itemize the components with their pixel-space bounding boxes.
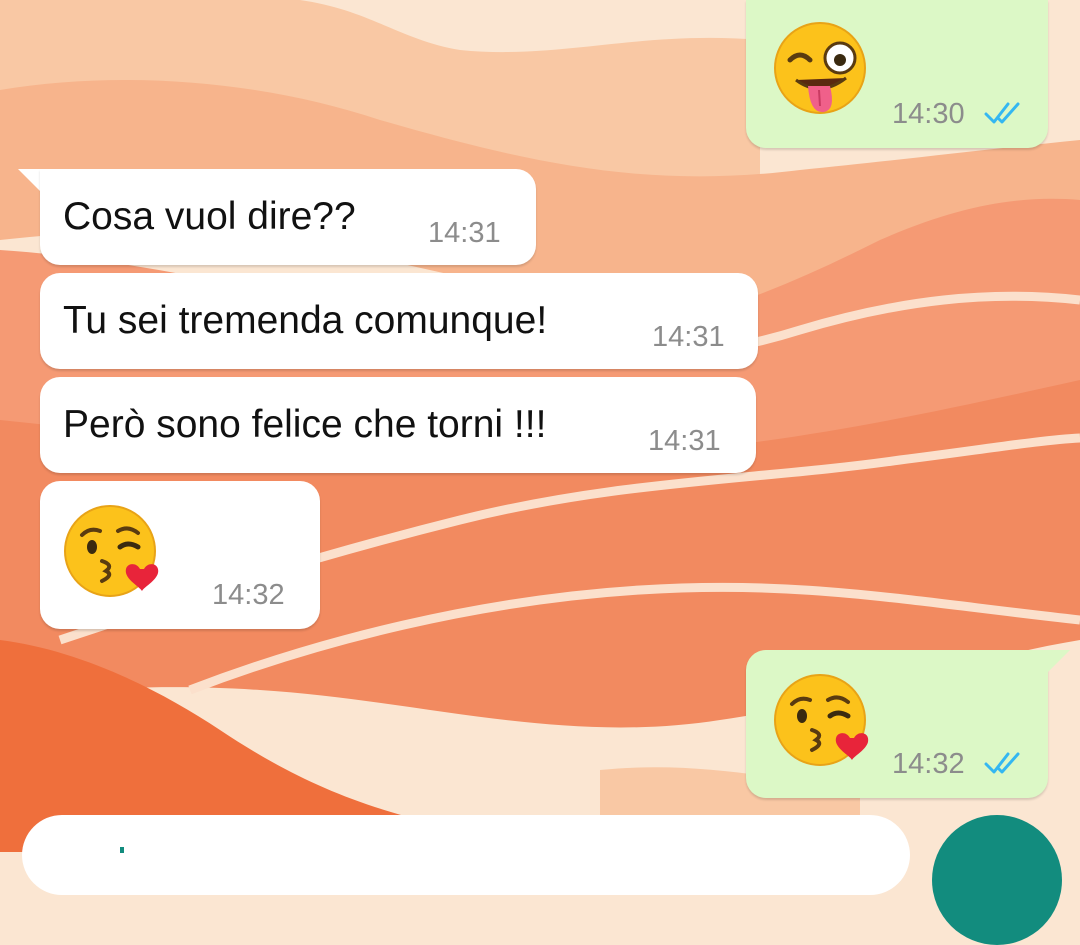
face-blowing-a-kiss-icon [64,505,159,597]
message-time: 14:32 [892,748,965,780]
bubble-tail-outgoing [1040,650,1070,680]
double-check-read-icon [984,102,1020,124]
message-input[interactable] [22,815,910,895]
message-time: 14:32 [212,579,285,611]
message-bubble-incoming[interactable]: 14:32 [40,481,320,629]
text-cursor [120,847,124,853]
message-text: Cosa vuol dire?? [63,195,356,238]
message-time: 14:31 [648,425,721,457]
message-time: 14:30 [892,98,965,130]
message-bubble-outgoing[interactable]: 14:32 [746,650,1048,798]
face-blowing-a-kiss-icon [774,674,869,766]
message-text: Tu sei tremenda comunque! [63,299,548,342]
message-bubble-incoming[interactable]: Tu sei tremenda comunque! 14:31 [40,273,758,369]
message-bubble-incoming[interactable]: Però sono felice che torni !!! 14:31 [40,377,756,473]
message-time: 14:31 [428,217,501,249]
double-check-read-icon [984,752,1020,774]
message-time: 14:31 [652,321,725,353]
voice-send-button[interactable] [932,815,1062,945]
winking-face-with-tongue-icon [774,22,866,114]
message-bubble-incoming[interactable]: Cosa vuol dire?? 14:31 [40,169,536,265]
message-text: Però sono felice che torni !!! [63,403,547,446]
message-bubble-outgoing[interactable]: 14:30 [746,0,1048,148]
